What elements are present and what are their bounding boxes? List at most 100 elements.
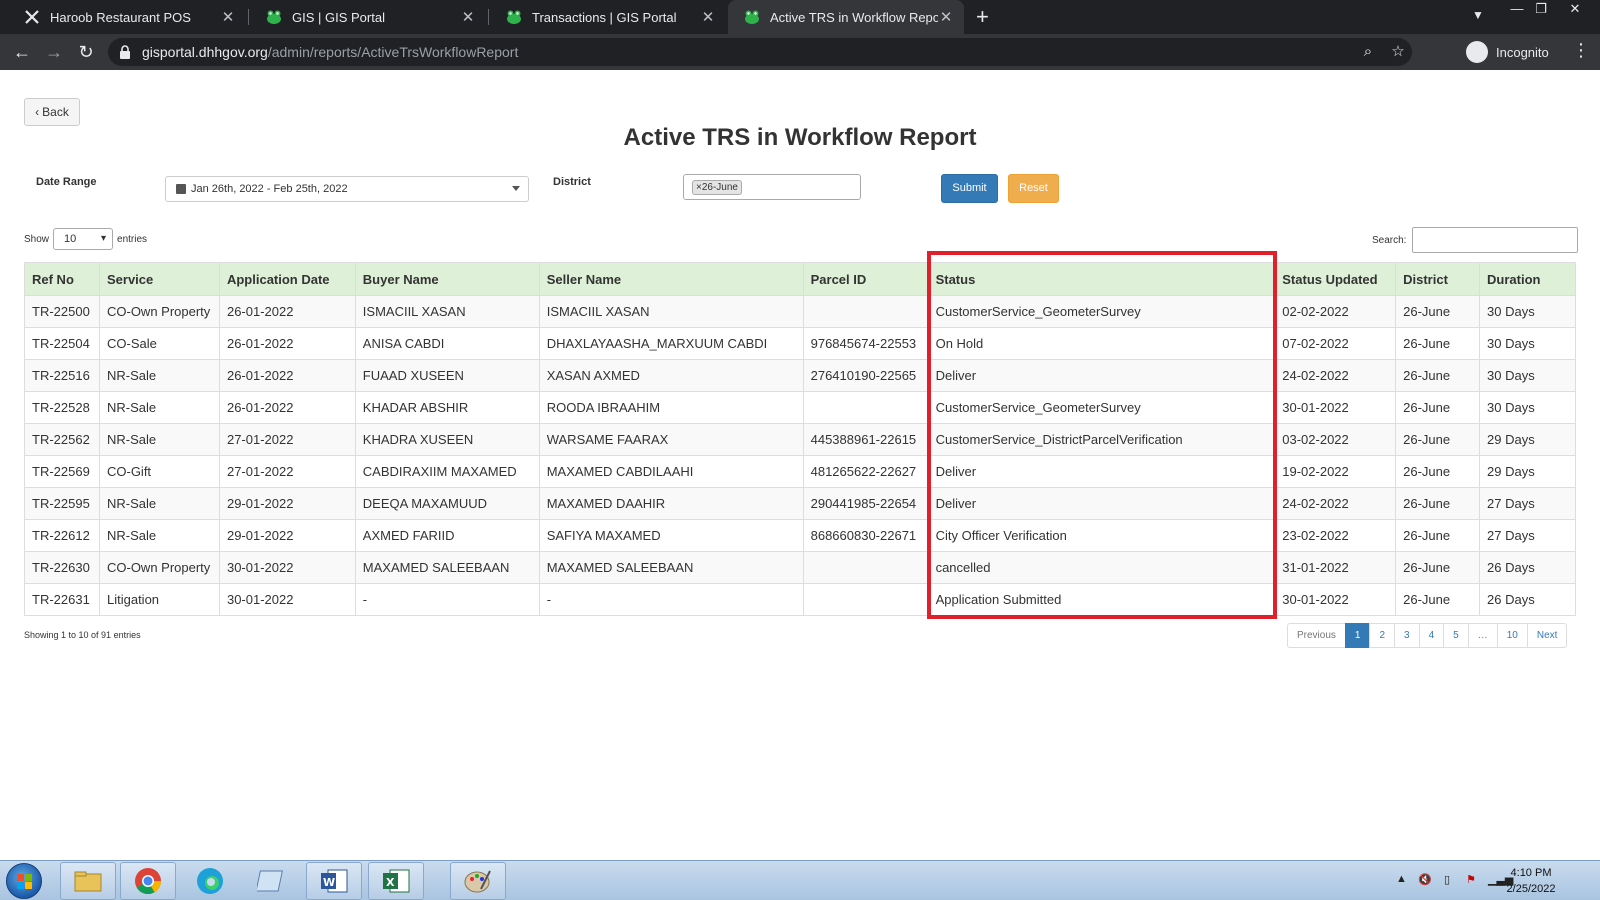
tab-title: Transactions | GIS Portal — [532, 9, 677, 25]
cell-ref-no: TR-22528 — [24, 391, 100, 424]
back-button[interactable]: ‹ Back — [24, 98, 80, 126]
table-row[interactable]: TR-22630 CO-Own Property 30-01-2022 MAXAMED… — [24, 551, 1576, 584]
entries-select[interactable]: 10 ▾ — [53, 228, 114, 250]
column-header-buyer-name[interactable]: Buyer Name — [354, 262, 540, 296]
table-row[interactable]: TR-22569 CO-Gift 27-01-2022 CABDIRAXIIM MAX… — [24, 455, 1576, 488]
cell-duration: 27 Days — [1479, 519, 1576, 552]
page-button-5[interactable]: 5 — [1443, 623, 1469, 648]
cell-parcel-id: 276410190-22565 — [802, 359, 929, 392]
excel-taskbar-button[interactable]: X — [368, 862, 424, 900]
column-header-application-date[interactable]: Application Date — [218, 262, 356, 296]
notepad-taskbar-button[interactable] — [244, 862, 300, 900]
column-header-district[interactable]: District — [1395, 262, 1481, 296]
cell-application-date: 26-01-2022 — [218, 359, 356, 392]
action-center-alert-icon[interactable]: ⚑ — [1466, 873, 1476, 886]
cell-status: Deliver — [927, 455, 1276, 488]
address-bar[interactable]: gisportal.dhhgov.org/admin/reports/Activ… — [108, 38, 1412, 66]
reload-icon[interactable]: ↻ — [74, 40, 98, 64]
restore-icon[interactable]: ❐ — [1526, 0, 1556, 20]
column-header-parcel-id[interactable]: Parcel ID — [802, 262, 929, 296]
word-taskbar-button[interactable]: W — [306, 862, 362, 900]
close-icon[interactable]: ✕ — [938, 8, 954, 26]
url-text[interactable]: gisportal.dhhgov.org/admin/reports/Activ… — [142, 44, 518, 60]
close-icon[interactable]: ✕ — [460, 8, 476, 26]
tab-active-trs-report[interactable]: Active TRS in Workflow Report ✕ — [728, 0, 964, 34]
table-row[interactable]: TR-22528 NR-Sale 26-01-2022 KHADAR ABSHIR RO… — [24, 391, 1576, 424]
table-row[interactable]: TR-22500 CO-Own Property 26-01-2022 ISMACII… — [24, 295, 1576, 328]
tab-search-chevron-icon[interactable]: ▼ — [1472, 8, 1484, 22]
volume-muted-icon[interactable]: 🔇 — [1418, 873, 1432, 886]
tab-gis-portal[interactable]: GIS | GIS Portal ✕ — [250, 0, 486, 34]
cell-buyer-name: FUAAD XUSEEN — [354, 359, 540, 392]
cell-ref-no: TR-22500 — [24, 295, 100, 328]
file-explorer-taskbar-button[interactable] — [60, 862, 116, 900]
table-row[interactable]: TR-22595 NR-Sale 29-01-2022 DEEQA MAXAMUUD M… — [24, 487, 1576, 520]
battery-icon[interactable]: ▯ — [1444, 873, 1450, 886]
chevron-left-icon: ‹ — [35, 105, 40, 119]
district-select[interactable]: ×26-June — [683, 174, 861, 200]
back-arrow-icon[interactable]: ← — [10, 40, 34, 64]
close-icon[interactable]: ✕ — [220, 8, 236, 26]
incognito-profile-button[interactable]: Incognito — [1466, 39, 1549, 65]
cell-duration: 26 Days — [1479, 551, 1576, 584]
previous-page-button[interactable]: Previous — [1287, 623, 1346, 648]
cell-buyer-name: CABDIRAXIIM MAXAMED — [354, 455, 540, 488]
next-page-button[interactable]: Next — [1526, 623, 1568, 648]
submit-button[interactable]: Submit — [941, 174, 998, 203]
system-clock[interactable]: 4:10 PM 2/25/2022 — [1500, 865, 1562, 897]
date-range-picker[interactable]: Jan 26th, 2022 - Feb 25th, 2022 — [165, 176, 529, 202]
cell-status-updated: 30-01-2022 — [1274, 583, 1397, 616]
table-row[interactable]: TR-22504 CO-Sale 26-01-2022 ANISA CABDI DHAX… — [24, 327, 1576, 360]
caret-down-icon — [512, 186, 520, 191]
browser-toolbar: ← → ↻ gisportal.dhhgov.org/admin/reports… — [0, 34, 1600, 70]
cell-status: Application Submitted — [927, 583, 1276, 616]
column-header-seller-name[interactable]: Seller Name — [538, 262, 804, 296]
tab-transactions[interactable]: Transactions | GIS Portal ✕ — [490, 0, 726, 34]
cell-application-date: 26-01-2022 — [218, 391, 356, 424]
zoom-icon[interactable]: ⌕ — [1358, 42, 1378, 62]
lock-icon — [120, 45, 130, 59]
page-button-2[interactable]: 2 — [1369, 623, 1396, 648]
tab-haroob-pos[interactable]: Haroob Restaurant POS ✕ — [8, 0, 246, 34]
new-tab-plus-icon[interactable]: + — [976, 4, 989, 30]
page-button-10[interactable]: 10 — [1496, 623, 1528, 648]
table-row[interactable]: TR-22612 NR-Sale 29-01-2022 AXMED FARIID SAF… — [24, 519, 1576, 552]
table-row[interactable]: TR-22516 NR-Sale 26-01-2022 FUAAD XUSEEN XAS… — [24, 359, 1576, 392]
search-input[interactable] — [1412, 227, 1579, 253]
cell-duration: 27 Days — [1479, 487, 1576, 520]
window-close-icon[interactable]: ✕ — [1560, 0, 1590, 20]
edge-taskbar-button[interactable] — [182, 862, 238, 900]
tab-title: Active TRS in Workflow Report — [770, 9, 938, 25]
start-button[interactable] — [6, 863, 42, 899]
cell-service: CO-Own Property — [98, 551, 220, 584]
date-range-label: Date Range — [36, 176, 97, 188]
cell-application-date: 27-01-2022 — [218, 423, 356, 456]
cell-district: 26-June — [1395, 551, 1481, 584]
cell-status-updated: 07-02-2022 — [1274, 327, 1397, 360]
close-icon[interactable]: ✕ — [700, 8, 716, 26]
district-chip[interactable]: ×26-June — [692, 180, 742, 195]
forward-arrow-icon[interactable]: → — [42, 40, 66, 64]
page-button-4[interactable]: 4 — [1418, 623, 1445, 648]
paint-taskbar-button[interactable] — [450, 862, 506, 900]
cell-buyer-name: ISMACIIL XASAN — [354, 295, 540, 328]
page-button-1[interactable]: 1 — [1344, 623, 1371, 648]
cell-district: 26-June — [1395, 455, 1481, 488]
column-header-service[interactable]: Service — [98, 262, 220, 296]
chrome-taskbar-button[interactable] — [120, 862, 176, 900]
column-header-duration[interactable]: Duration — [1479, 262, 1576, 296]
table-row[interactable]: TR-22631 Litigation 30-01-2022- - Applicatio… — [24, 583, 1576, 616]
column-header-ref-no[interactable]: Ref No — [24, 262, 100, 296]
district-label: District — [553, 176, 591, 188]
column-header-status[interactable]: Status — [927, 262, 1276, 296]
cell-ref-no: TR-22630 — [24, 551, 100, 584]
cell-seller-name: SAFIYA MAXAMED — [538, 519, 804, 552]
show-hidden-icons-chevron-icon[interactable]: ▲ — [1396, 873, 1407, 885]
table-row[interactable]: TR-22562 NR-Sale 27-01-2022 KHADRA XUSEEN WA… — [24, 423, 1576, 456]
reset-button[interactable]: Reset — [1008, 174, 1059, 203]
browser-menu-icon[interactable]: ⋮ — [1572, 40, 1590, 61]
page-button-3[interactable]: 3 — [1394, 623, 1420, 648]
cell-service: NR-Sale — [98, 519, 220, 552]
bookmark-star-icon[interactable]: ☆ — [1388, 42, 1408, 62]
column-header-status-updated[interactable]: Status Updated — [1274, 262, 1397, 296]
